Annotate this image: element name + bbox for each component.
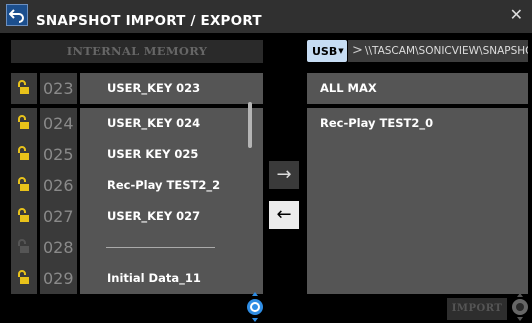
usb-label: USB [312, 45, 338, 58]
snapshot-row[interactable]: USER_KEY 027 [80, 201, 263, 232]
internal-memory-header: INTERNAL MEMORY [11, 40, 263, 63]
usb-file-row[interactable]: ALL MAX [307, 73, 528, 104]
encoder-knob-disabled-icon [510, 293, 530, 321]
snapshot-row[interactable]: USER_KEY 024 [80, 108, 263, 139]
usb-file-row[interactable] [307, 263, 528, 294]
usb-file-row[interactable] [307, 201, 528, 232]
dropdown-caret-icon: ▼ [338, 47, 344, 55]
lock-icon[interactable] [11, 263, 37, 294]
arrow-right-icon: → [276, 164, 292, 185]
lock-icon[interactable] [11, 139, 37, 170]
lock-icon[interactable] [11, 108, 37, 139]
import-arrow-button[interactable]: ← [269, 201, 299, 229]
chevron-right-icon: > [352, 43, 363, 58]
snapshot-name: USER_KEY 024 [107, 116, 201, 130]
import-button[interactable]: IMPORT [447, 298, 507, 320]
usb-file-row[interactable]: Rec-Play TEST2_0 [307, 108, 528, 139]
usb-file-name: ALL MAX [320, 81, 377, 95]
snapshot-number: 028 [40, 232, 77, 263]
lock-icon[interactable] [11, 201, 37, 232]
usb-file-name: Rec-Play TEST2_0 [320, 116, 434, 130]
empty-slot-line [106, 247, 215, 248]
usb-file-row[interactable] [307, 232, 528, 263]
snapshot-row[interactable]: USER KEY 025 [80, 139, 263, 170]
snapshot-row[interactable]: Rec-Play TEST2_2 [80, 170, 263, 201]
snapshot-row[interactable]: Initial Data_11 [80, 263, 263, 294]
snapshot-name: USER KEY 025 [107, 147, 199, 161]
back-button[interactable] [6, 4, 28, 26]
lock-icon[interactable] [11, 170, 37, 201]
snapshot-number: 029 [40, 263, 77, 294]
usb-file-row[interactable] [307, 139, 528, 170]
usb-file-row[interactable] [307, 170, 528, 201]
title-bar: SNAPSHOT IMPORT / EXPORT ✕ [0, 0, 532, 33]
snapshot-name: USER_KEY 023 [107, 81, 201, 95]
arrow-left-icon: ← [276, 204, 292, 225]
snapshot-name: USER_KEY 027 [107, 209, 201, 223]
snapshot-row[interactable] [80, 232, 263, 263]
path-text: \\TASCAM\SONICVIEW\SNAPSHOT\ [364, 45, 528, 57]
snapshot-number: 023 [40, 73, 77, 104]
snapshot-number: 025 [40, 139, 77, 170]
path-breadcrumb: > \\TASCAM\SONICVIEW\SNAPSHOT\ [348, 40, 528, 62]
window-title: SNAPSHOT IMPORT / EXPORT [36, 13, 262, 29]
snapshot-number: 027 [40, 201, 77, 232]
close-icon[interactable]: ✕ [510, 5, 523, 24]
lock-icon[interactable] [11, 73, 37, 104]
back-arrow-icon [9, 9, 24, 23]
export-arrow-button[interactable]: → [269, 161, 299, 189]
snapshot-number: 024 [40, 108, 77, 139]
snapshot-name: Initial Data_11 [107, 271, 201, 285]
scrollbar[interactable] [248, 102, 252, 148]
snapshot-row[interactable]: USER_KEY 023 [80, 73, 263, 104]
encoder-knob-icon[interactable] [246, 292, 264, 322]
snapshot-number: 026 [40, 170, 77, 201]
snapshot-name: Rec-Play TEST2_2 [107, 178, 221, 192]
usb-source-select[interactable]: USB▼ [307, 40, 347, 62]
unlock-icon[interactable] [11, 232, 37, 263]
